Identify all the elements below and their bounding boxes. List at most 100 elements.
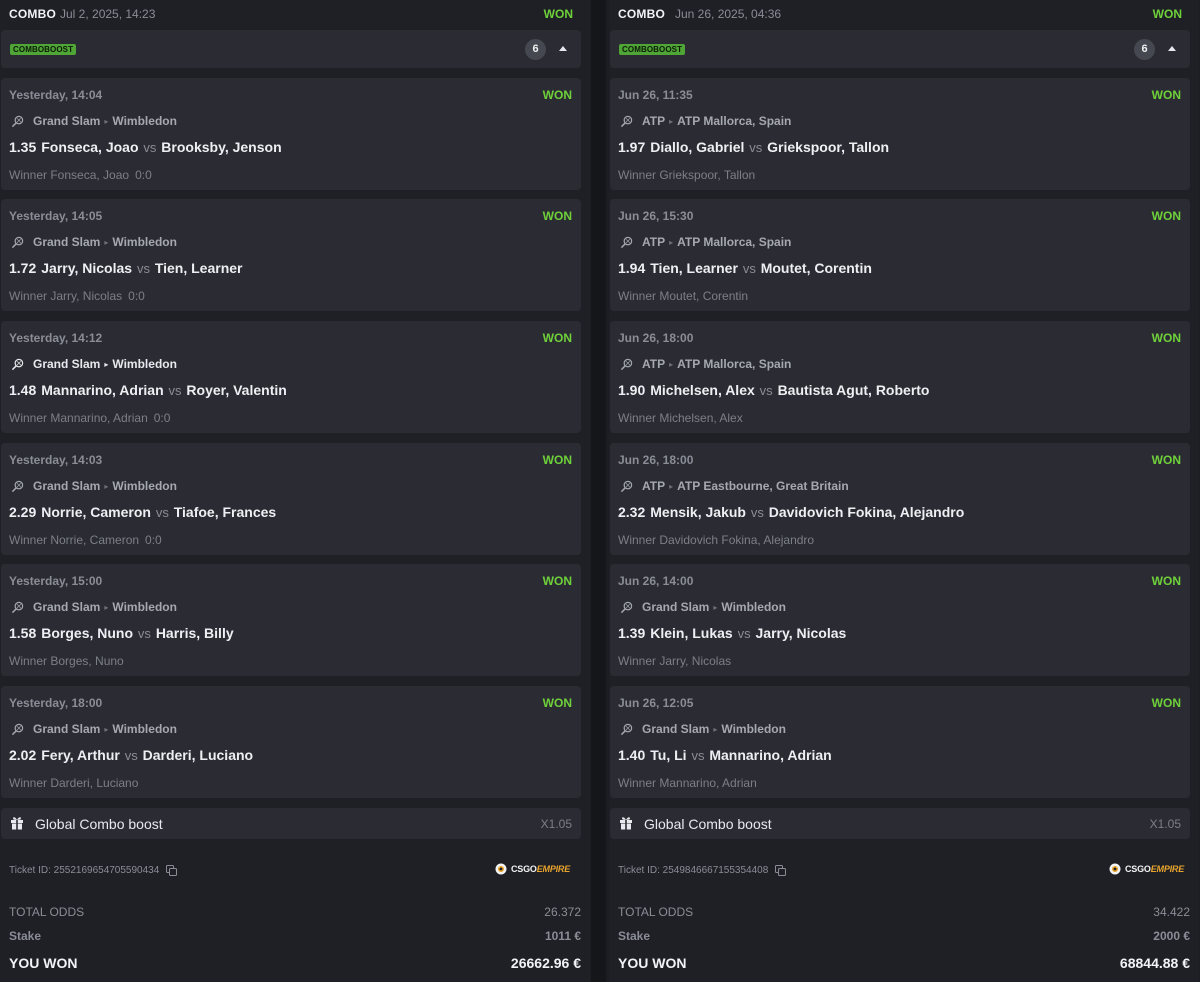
ticket-id: Ticket ID: 2549846667155354408 (618, 865, 787, 876)
leg-status: WON (1151, 453, 1181, 467)
selection-text: Winner Moutet, Corentin (618, 289, 749, 303)
you-won-value: 26662.96 € (510, 955, 581, 971)
home-player: Tien, Learner (650, 260, 738, 276)
tournament-name: Wimbledon (112, 600, 177, 614)
away-player: Bautista Agut, Roberto (777, 382, 930, 398)
leg-card[interactable]: Jun 26, 11:35 WON ATP ▸ ATP Mallorca, Spai… (610, 78, 1190, 190)
leg-category: ATP ▸ ATP Mallorca, Spain (620, 235, 791, 249)
tennis-racket-icon (11, 723, 24, 735)
leg-score: 0:0 (153, 411, 171, 425)
away-player: Darderi, Luciano (142, 747, 254, 763)
combo-boost-bar[interactable]: COMBOBOOST 6 (610, 30, 1190, 68)
leg-status: WON (1151, 574, 1181, 588)
vs-label: vs (137, 626, 151, 641)
leg-time: Jun 26, 14:00 (618, 574, 694, 588)
match-line: 1.40 Tu, Li vs Mannarino, Adrian (618, 747, 832, 763)
sport-category: Grand Slam (33, 600, 101, 614)
total-odds-label: TOTAL ODDS (9, 905, 85, 919)
leg-time: Yesterday, 15:00 (9, 574, 103, 588)
home-player: Diallo, Gabriel (650, 139, 745, 155)
ticket-id: Ticket ID: 2552169654705590434 (9, 865, 178, 876)
global-boost-label: Global Combo boost (35, 816, 163, 832)
leg-card[interactable]: Yesterday, 18:00 WON Grand Slam ▸ Wimbledo… (1, 686, 581, 798)
chevron-up-icon[interactable] (1168, 46, 1176, 51)
tournament-name: Wimbledon (112, 114, 177, 128)
home-player: Mannarino, Adrian (41, 382, 164, 398)
copy-icon[interactable] (775, 865, 787, 876)
leg-card[interactable]: Jun 26, 14:00 WON Grand Slam ▸ Wimbledon 1… (610, 564, 1190, 676)
leg-card[interactable]: Yesterday, 14:04 WON Grand Slam ▸ Wimbledo… (1, 78, 581, 190)
tournament-name: Wimbledon (112, 235, 177, 249)
csgoempire-logo: CSGO EMPIRE (495, 863, 570, 875)
home-player: Borges, Nuno (41, 625, 134, 641)
tennis-racket-icon (11, 358, 24, 370)
tournament-name: ATP Mallorca, Spain (677, 235, 792, 249)
leg-score: 0:0 (145, 533, 162, 547)
leg-category: Grand Slam ▸ Wimbledon (11, 114, 177, 128)
leg-card[interactable]: Jun 26, 18:00 WON ATP ▸ ATP Eastbourne, Gr… (610, 443, 1190, 555)
leg-card[interactable]: Jun 26, 12:05 WON Grand Slam ▸ Wimbledon 1… (610, 686, 1190, 798)
vs-label: vs (742, 261, 756, 276)
selection-text: Winner Griekspoor, Tallon (618, 168, 756, 182)
brand-name-a: CSGO (1125, 864, 1151, 874)
leg-odds: 1.39 (618, 625, 646, 641)
vs-label: vs (691, 748, 705, 763)
home-player: Jarry, Nicolas (41, 260, 133, 276)
leg-card[interactable]: Yesterday, 14:05 WON Grand Slam ▸ Wimbledo… (1, 199, 581, 311)
breadcrumb-separator: ▸ (104, 481, 109, 491)
ticket-id-text: Ticket ID: 2549846667155354408 (618, 865, 769, 876)
away-player: Brooksby, Jenson (161, 139, 282, 155)
tournament-name: Wimbledon (112, 479, 177, 493)
global-boost-multiplier: X1.05 (1149, 817, 1181, 831)
leg-card[interactable]: Yesterday, 14:12 WON Grand Slam ▸ Wimbledo… (1, 321, 581, 433)
sport-category: Grand Slam (33, 722, 101, 736)
selection-text: Winner Jarry, Nicolas (9, 289, 123, 303)
home-player: Mensik, Jakub (650, 504, 746, 520)
leg-card[interactable]: Yesterday, 15:00 WON Grand Slam ▸ Wimbledo… (1, 564, 581, 676)
selection-text: Winner Darderi, Luciano (9, 776, 139, 790)
breadcrumb-separator: ▸ (104, 359, 109, 369)
selection-text: Winner Norrie, Cameron (9, 533, 140, 547)
leg-status: WON (1151, 209, 1181, 223)
ticket-id-text: Ticket ID: 2552169654705590434 (9, 865, 160, 876)
breadcrumb-separator: ▸ (104, 237, 109, 247)
leg-status: WON (542, 574, 572, 588)
leg-category: ATP ▸ ATP Mallorca, Spain (620, 357, 791, 371)
stake-label: Stake (618, 929, 651, 943)
stake-label: Stake (9, 929, 42, 943)
match-line: 1.72 Jarry, Nicolas vs Tien, Learner (9, 260, 243, 276)
leg-category: Grand Slam ▸ Wimbledon (11, 357, 177, 371)
leg-card[interactable]: Yesterday, 14:03 WON Grand Slam ▸ Wimbledo… (1, 443, 581, 555)
tournament-name: Wimbledon (112, 357, 177, 371)
leg-selection: Winner Norrie, Cameron 0:0 (9, 533, 162, 547)
selection-text: Winner Fonseca, Joao (9, 168, 130, 182)
copy-icon[interactable] (166, 865, 178, 876)
ticket-header: COMBO Jun 26, 2025, 04:36 WON (609, 0, 1191, 28)
sport-category: Grand Slam (33, 479, 101, 493)
combo-boost-bar[interactable]: COMBOBOOST 6 (1, 30, 581, 68)
away-player: Davidovich Fokina, Alejandro (768, 504, 965, 520)
ticket-card: COMBO Jul 2, 2025, 14:23 WON COMBOBOOST … (0, 0, 590, 982)
match-line: 1.39 Klein, Lukas vs Jarry, Nicolas (618, 625, 846, 641)
match-line: 1.94 Tien, Learner vs Moutet, Corentin (618, 260, 872, 276)
leg-card[interactable]: Jun 26, 15:30 WON ATP ▸ ATP Mallorca, Spai… (610, 199, 1190, 311)
leg-odds: 1.48 (9, 382, 37, 398)
you-won-label: YOU WON (9, 955, 78, 971)
breadcrumb-separator: ▸ (713, 602, 718, 612)
match-line: 2.29 Norrie, Cameron vs Tiafoe, Frances (9, 504, 276, 520)
vs-label: vs (749, 140, 763, 155)
leg-selection: Winner Jarry, Nicolas (618, 654, 731, 668)
vs-label: vs (168, 383, 182, 398)
leg-status: WON (542, 88, 572, 102)
leg-card[interactable]: Jun 26, 18:00 WON ATP ▸ ATP Mallorca, Spai… (610, 321, 1190, 433)
leg-category: Grand Slam ▸ Wimbledon (620, 722, 786, 736)
tennis-racket-icon (11, 236, 24, 248)
sport-category: ATP (642, 235, 666, 249)
brand-mark-icon (1109, 863, 1121, 875)
match-line: 1.48 Mannarino, Adrian vs Royer, Valentin (9, 382, 287, 398)
sport-category: Grand Slam (33, 357, 101, 371)
away-player: Griekspoor, Tallon (767, 139, 890, 155)
chevron-up-icon[interactable] (559, 46, 567, 51)
leg-category: Grand Slam ▸ Wimbledon (11, 600, 177, 614)
leg-odds: 1.58 (9, 625, 37, 641)
